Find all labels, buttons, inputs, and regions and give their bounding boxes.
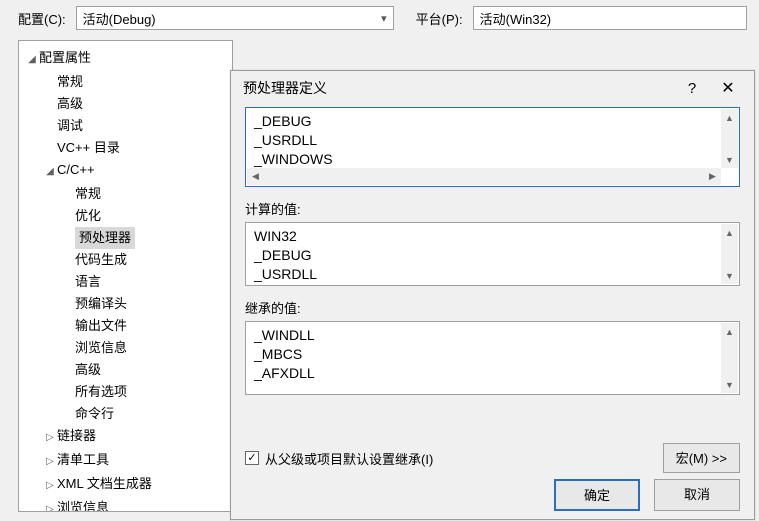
preprocessor-dialog: 预处理器定义 ? ✕ _DEBUG _USRDLL _WINDOWS ▲ ▼ ◀… xyxy=(230,70,755,520)
tree-cpp-out[interactable]: 输出文件 xyxy=(63,315,232,337)
scroll-up-icon: ▲ xyxy=(721,109,738,126)
dialog-title: 预处理器定义 xyxy=(243,78,674,98)
tree-cpp-opt[interactable]: 优化 xyxy=(63,205,232,227)
calc-line: _USRDLL xyxy=(254,265,731,284)
scroll-right-icon: ▶ xyxy=(704,168,721,185)
config-value: 活动(Debug) xyxy=(83,9,156,28)
scroll-left-icon: ◀ xyxy=(247,168,264,185)
tree-root[interactable]: ◢配置属性 常规 高级 调试 VC++ 目录 ◢C/C++ 常规 优化 预处理器… xyxy=(27,47,232,512)
config-combo[interactable]: 活动(Debug) ▾ xyxy=(76,6,394,30)
tree-cpp-general[interactable]: 常规 xyxy=(63,183,232,205)
tree-cpp[interactable]: ◢C/C++ 常规 优化 预处理器 代码生成 语言 预编译头 输出文件 浏览信息 xyxy=(45,159,232,425)
tree-browseinfo[interactable]: ▷浏览信息 xyxy=(45,497,232,512)
tree-cpp-cmd[interactable]: 命令行 xyxy=(63,403,232,425)
tree-cpp-preproc[interactable]: 预处理器 xyxy=(63,227,232,249)
inherit-checkbox[interactable]: ✓ xyxy=(245,451,259,465)
scroll-down-icon: ▼ xyxy=(721,267,738,284)
close-icon[interactable]: ✕ xyxy=(710,78,746,98)
def-line: _WINDOWS xyxy=(254,150,731,169)
scroll-down-icon: ▼ xyxy=(721,151,738,168)
scrollbar-vertical[interactable]: ▲ ▼ xyxy=(721,224,738,284)
help-icon[interactable]: ? xyxy=(674,80,710,97)
scrollbar-vertical[interactable]: ▲ ▼ xyxy=(721,109,738,168)
scrollbar-horizontal[interactable]: ◀ ▶ xyxy=(247,168,721,185)
tree-cpp-lang[interactable]: 语言 xyxy=(63,271,232,293)
tree-cpp-browse[interactable]: 浏览信息 xyxy=(63,337,232,359)
tree-general[interactable]: 常规 xyxy=(45,71,232,93)
calc-line: _DEBUG xyxy=(254,246,731,265)
ok-button[interactable]: 确定 xyxy=(554,479,640,511)
calc-line: WIN32 xyxy=(254,227,731,246)
platform-value: 活动(Win32) xyxy=(480,9,552,28)
inh-line: _MBCS xyxy=(254,345,731,364)
scroll-up-icon: ▲ xyxy=(721,323,738,340)
tree-debug[interactable]: 调试 xyxy=(45,115,232,137)
config-toolbar: 配置(C): 活动(Debug) ▾ 平台(P): 活动(Win32) xyxy=(0,0,759,40)
caret-right-icon: ▷ xyxy=(45,475,55,497)
definitions-editbox[interactable]: _DEBUG _USRDLL _WINDOWS ▲ ▼ ◀ ▶ xyxy=(245,107,740,187)
caret-right-icon: ▷ xyxy=(45,451,55,473)
titlebar: 预处理器定义 ? ✕ xyxy=(231,71,754,105)
cancel-button[interactable]: 取消 xyxy=(654,479,740,511)
macro-button[interactable]: 宏(M) >> xyxy=(663,443,740,473)
scrollbar-vertical[interactable]: ▲ ▼ xyxy=(721,323,738,393)
tree-linker[interactable]: ▷链接器 xyxy=(45,425,232,449)
calculated-listbox[interactable]: WIN32 _DEBUG _USRDLL ▲ ▼ xyxy=(245,222,740,286)
tree-manifest[interactable]: ▷清单工具 xyxy=(45,449,232,473)
def-line: _DEBUG xyxy=(254,112,731,131)
inherit-checkbox-label[interactable]: 从父级或项目默认设置继承(I) xyxy=(265,449,433,468)
property-tree: ◢配置属性 常规 高级 调试 VC++ 目录 ◢C/C++ 常规 优化 预处理器… xyxy=(18,40,233,512)
chevron-down-icon: ▾ xyxy=(381,12,387,25)
tree-cpp-all[interactable]: 所有选项 xyxy=(63,381,232,403)
inh-line: _WINDLL xyxy=(254,326,731,345)
platform-label: 平台(P): xyxy=(416,9,463,28)
scroll-up-icon: ▲ xyxy=(721,224,738,241)
inh-line: _AFXDLL xyxy=(254,364,731,383)
tree-xml[interactable]: ▷XML 文档生成器 xyxy=(45,473,232,497)
scroll-down-icon: ▼ xyxy=(721,376,738,393)
calculated-label: 计算的值: xyxy=(245,199,740,218)
tree-cpp-codegen[interactable]: 代码生成 xyxy=(63,249,232,271)
inherited-label: 继承的值: xyxy=(245,298,740,317)
config-label: 配置(C): xyxy=(18,9,66,28)
caret-right-icon: ▷ xyxy=(45,427,55,449)
caret-right-icon: ▷ xyxy=(45,499,55,512)
tree-cpp-adv[interactable]: 高级 xyxy=(63,359,232,381)
inherited-listbox[interactable]: _WINDLL _MBCS _AFXDLL ▲ ▼ xyxy=(245,321,740,395)
tree-vcdir[interactable]: VC++ 目录 xyxy=(45,137,232,159)
caret-down-icon: ◢ xyxy=(45,161,55,183)
platform-combo[interactable]: 活动(Win32) xyxy=(473,6,747,30)
tree-cpp-pch[interactable]: 预编译头 xyxy=(63,293,232,315)
tree-advanced[interactable]: 高级 xyxy=(45,93,232,115)
caret-down-icon: ◢ xyxy=(27,49,37,71)
def-line: _USRDLL xyxy=(254,131,731,150)
